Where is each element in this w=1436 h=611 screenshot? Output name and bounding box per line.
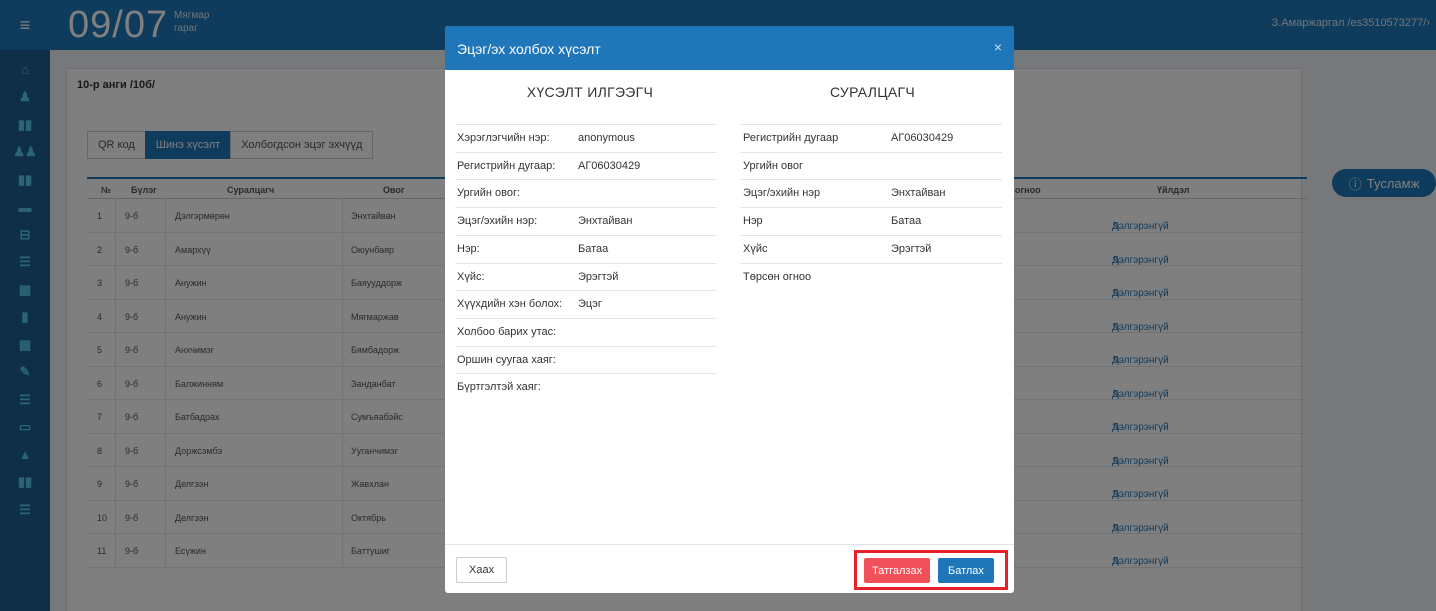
field-label: Ургийн овог:	[457, 187, 521, 200]
field-separator	[455, 373, 717, 375]
field-label: Хүйс:	[457, 270, 485, 283]
reject-button[interactable]: Татгалзах	[864, 558, 931, 583]
field-label: Оршин суугаа хаяг:	[457, 353, 556, 366]
field-separator	[740, 207, 1002, 209]
field-value: Батаа	[891, 215, 922, 228]
highlight-frame: Татгалзах Батлах	[854, 550, 1008, 590]
modal-title: Эцэг/эх холбох хүсэлт	[457, 41, 601, 57]
field-value: Энхтайван	[891, 187, 946, 200]
field-separator	[455, 290, 717, 292]
field-label: Регистрийн дугаар:	[457, 159, 556, 172]
field-label: Ургийн овог	[743, 159, 804, 172]
field-separator	[455, 345, 717, 347]
field-label: Регистрийн дугаар	[743, 132, 839, 144]
field-separator	[455, 124, 717, 125]
field-value: Батаа	[578, 242, 609, 255]
approve-button[interactable]: Батлах	[938, 558, 994, 583]
field-value: АГ06030429	[578, 159, 641, 172]
field-value: anonymous	[578, 132, 635, 144]
field-value: АГ06030429	[891, 132, 954, 144]
field-value: Эцэг	[578, 298, 602, 311]
field-label: Хүйс	[743, 242, 768, 255]
field-separator	[740, 234, 1002, 236]
field-label: Хэрэглэгчийн нэр:	[457, 132, 550, 144]
field-separator	[740, 151, 1002, 153]
field-separator	[740, 262, 1002, 264]
field-separator	[455, 151, 717, 153]
requester-heading: ХҮСЭЛТ ИЛГЭЭГЧ	[526, 84, 654, 100]
field-separator	[455, 179, 717, 181]
field-label: Нэр	[743, 215, 763, 228]
field-label: Нэр:	[457, 242, 480, 255]
field-value: Энхтайван	[578, 215, 633, 228]
modal-header: Эцэг/эх холбох хүсэлт ×	[445, 26, 1014, 70]
field-separator	[740, 179, 1002, 181]
field-label: Холбоо барих утас:	[457, 325, 557, 338]
field-value: Эрэгтэй	[891, 242, 932, 255]
field-label: Бүртгэлтэй хаяг:	[457, 381, 541, 394]
field-separator	[455, 262, 717, 264]
modal-footer: Хаах Татгалзах Батлах	[445, 544, 1014, 593]
field-value: Эрэгтэй	[578, 270, 619, 283]
field-label: Хүүхдийн хэн болох:	[457, 298, 563, 311]
field-separator	[455, 207, 717, 209]
parent-link-request-dialog: Эцэг/эх холбох хүсэлт × ХҮСЭЛТ ИЛГЭЭГЧ С…	[445, 26, 1014, 593]
field-label: Эцэг/эхийн нэр	[743, 187, 821, 200]
close-icon[interactable]: ×	[994, 39, 1002, 55]
field-label: Эцэг/эхийн нэр:	[457, 215, 538, 228]
field-separator	[740, 124, 1002, 125]
field-separator	[455, 317, 717, 319]
student-heading: СУРАЛЦАГЧ	[829, 84, 916, 100]
field-label: Төрсөн огноо	[743, 270, 812, 283]
close-button[interactable]: Хаах	[456, 557, 508, 583]
field-separator	[455, 234, 717, 236]
